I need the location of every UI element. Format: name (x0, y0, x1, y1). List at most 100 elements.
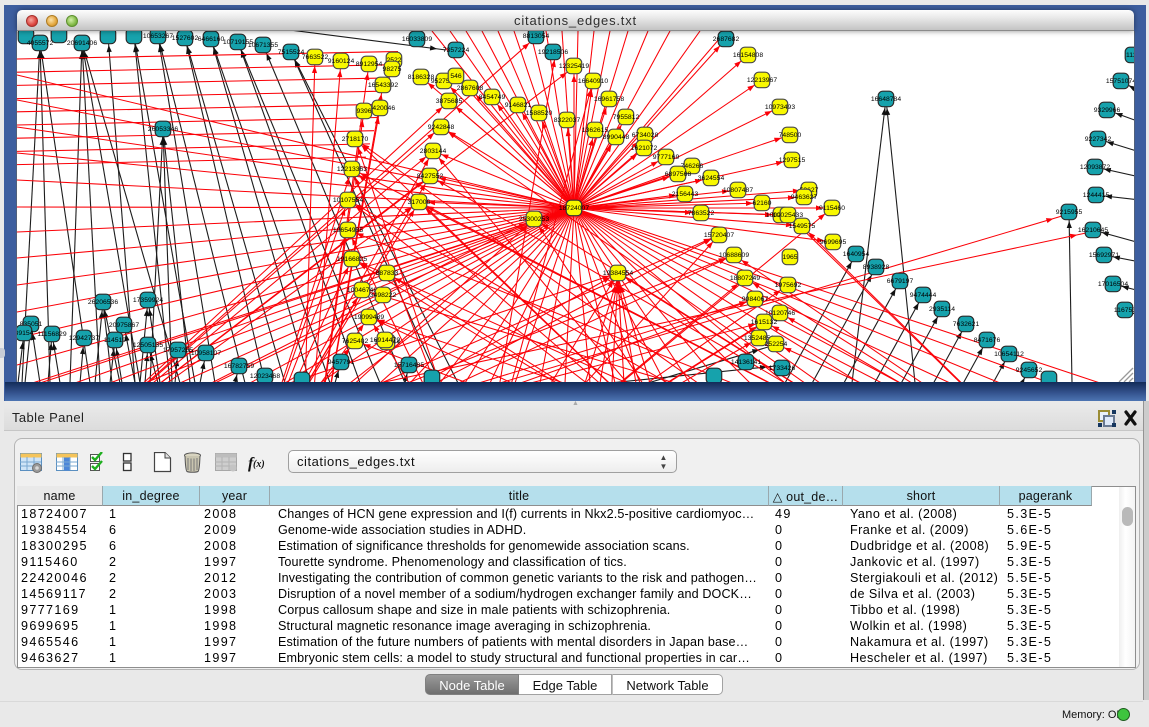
svg-text:2867608: 2867608 (457, 85, 484, 92)
svg-text:(x): (x) (253, 459, 265, 470)
svg-text:16640910: 16640910 (578, 78, 608, 85)
svg-text:15751074: 15751074 (1106, 78, 1134, 85)
svg-text:2156443: 2156443 (672, 191, 699, 198)
svg-text:9699695: 9699695 (820, 239, 847, 246)
svg-text:17016504: 17016504 (1098, 281, 1128, 288)
svg-text:10671355: 10671355 (248, 42, 278, 49)
svg-text:26053346: 26053346 (148, 126, 178, 133)
svg-text:3875685: 3875685 (436, 98, 463, 105)
svg-text:10958107: 10958107 (191, 350, 221, 357)
svg-text:10654112: 10654112 (994, 351, 1024, 358)
svg-text:7663522: 7663522 (302, 54, 329, 61)
svg-text:14136141: 14136141 (731, 359, 761, 366)
svg-text:9084067: 9084067 (742, 296, 769, 303)
svg-text:9245652: 9245652 (1016, 367, 1043, 374)
svg-text:116753: 116753 (1114, 307, 1134, 314)
svg-text:1112: 1112 (1126, 52, 1134, 59)
svg-text:7955812: 7955812 (613, 114, 640, 121)
svg-text:18807249: 18807249 (730, 275, 760, 282)
svg-text:26206536: 26206536 (88, 299, 118, 306)
svg-text:6679197: 6679197 (887, 278, 914, 285)
svg-text:8454749: 8454749 (479, 94, 506, 101)
svg-text:17359924: 17359924 (133, 297, 163, 304)
svg-text:15692971: 15692971 (1089, 252, 1119, 259)
svg-text:18724007: 18724007 (559, 205, 589, 212)
svg-text:16961758: 16961758 (594, 96, 624, 103)
svg-text:9227342: 9227342 (1085, 136, 1112, 143)
svg-text:748500: 748500 (779, 132, 802, 139)
svg-text:2935114: 2935114 (929, 306, 955, 313)
svg-text:8813054: 8813054 (523, 33, 550, 40)
svg-text:3498222: 3498222 (370, 292, 397, 299)
svg-text:1549575: 1549575 (789, 223, 816, 230)
svg-text:9777169: 9777169 (653, 154, 680, 161)
svg-text:9474444: 9474444 (910, 292, 937, 299)
svg-text:8990448: 8990448 (603, 134, 630, 141)
svg-text:11156829: 11156829 (37, 331, 66, 338)
svg-text:1527602: 1527602 (172, 35, 199, 42)
svg-text:62160: 62160 (753, 200, 772, 207)
svg-text:9463627: 9463627 (791, 194, 818, 201)
svg-text:1965: 1965 (782, 254, 797, 261)
svg-text:15720407: 15720407 (704, 232, 734, 239)
svg-text:10973493: 10973493 (765, 104, 795, 111)
svg-text:2718170: 2718170 (342, 136, 369, 143)
svg-text:10107554: 10107554 (333, 197, 363, 204)
svg-text:8938928: 8938928 (863, 264, 890, 271)
svg-text:9242848: 9242848 (428, 124, 455, 131)
svg-text:16782759: 16782759 (224, 363, 254, 370)
svg-text:1621072: 1621072 (631, 145, 658, 152)
svg-text:16648784: 16648784 (871, 96, 901, 103)
svg-text:20691406: 20691406 (67, 40, 97, 47)
svg-text:17957255: 17957255 (163, 347, 193, 354)
svg-text:1588520: 1588520 (526, 110, 553, 117)
svg-text:25300253: 25300253 (519, 216, 549, 223)
svg-text:20975867: 20975867 (109, 322, 139, 329)
svg-text:3624554: 3624554 (698, 175, 725, 182)
svg-text:16033809: 16033809 (402, 36, 432, 43)
svg-text:10807487: 10807487 (723, 187, 753, 194)
svg-text:12023468: 12023468 (250, 373, 280, 380)
svg-text:1975692: 1975692 (775, 282, 802, 289)
svg-text:1640954: 1640954 (843, 251, 870, 258)
svg-text:1244415: 1244415 (1083, 192, 1110, 199)
svg-text:12213363: 12213363 (337, 166, 367, 173)
svg-text:12093872: 12093872 (1080, 164, 1110, 171)
svg-text:12505135: 12505135 (133, 342, 163, 349)
svg-text:4055572: 4055572 (27, 40, 54, 47)
svg-text:7863522: 7863522 (688, 210, 715, 217)
svg-text:9160124: 9160124 (328, 58, 355, 65)
svg-text:9146821: 9146821 (505, 102, 532, 109)
svg-text:9215955: 9215955 (1056, 209, 1083, 216)
svg-text:8427552: 8427552 (417, 173, 444, 180)
svg-text:12213967: 12213967 (747, 77, 777, 84)
svg-text:19166825: 19166825 (337, 256, 367, 263)
svg-text:16914479: 16914479 (370, 337, 400, 344)
svg-text:9115460: 9115460 (819, 205, 845, 212)
svg-text:16210645: 16210645 (1078, 227, 1108, 234)
svg-text:16543392: 16543392 (368, 82, 398, 89)
svg-text:317006: 317006 (408, 199, 431, 206)
svg-text:10688609: 10688609 (719, 252, 749, 259)
svg-text:39154: 39154 (17, 330, 34, 337)
svg-text:7625402: 7625402 (342, 338, 369, 345)
svg-text:16154808: 16154808 (733, 52, 763, 59)
svg-text:2803144: 2803144 (420, 148, 447, 155)
svg-text:1733426: 1733426 (769, 365, 796, 372)
svg-text:19218506: 19218506 (538, 49, 568, 56)
svg-text:19384554: 19384554 (603, 270, 633, 277)
svg-text:9396: 9396 (356, 108, 371, 115)
svg-text:19099489: 19099489 (354, 314, 384, 321)
svg-text:9329966: 9329966 (1094, 107, 1121, 114)
svg-text:8471676: 8471676 (974, 337, 1001, 344)
svg-text:12942737: 12942737 (69, 335, 99, 342)
svg-text:1297515: 1297515 (779, 157, 806, 164)
svg-text:6734028: 6734028 (632, 132, 659, 139)
svg-text:114519: 114519 (104, 337, 126, 344)
svg-text:12325419: 12325419 (559, 63, 589, 70)
svg-text:1362615: 1362615 (582, 127, 609, 134)
svg-text:15716485: 15716485 (394, 362, 424, 369)
svg-text:7357224: 7357224 (443, 47, 470, 54)
svg-text:252254: 252254 (765, 341, 788, 348)
svg-text:8322037: 8322037 (554, 117, 581, 124)
